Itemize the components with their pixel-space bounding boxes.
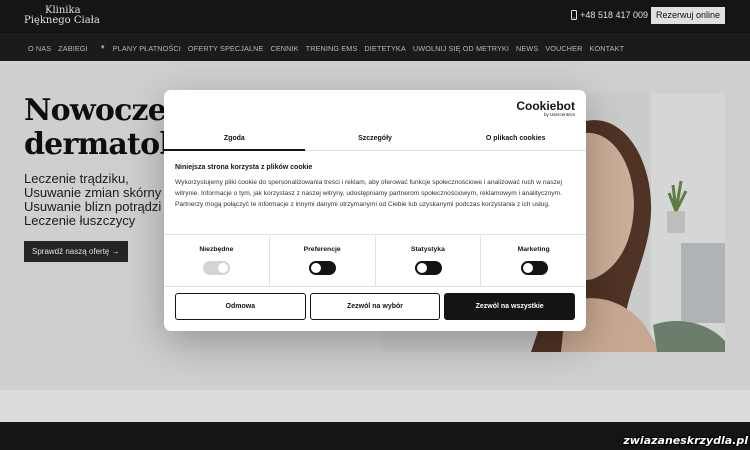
toggle-marketing-switch[interactable] xyxy=(520,261,548,275)
toggle-statistics-switch[interactable] xyxy=(414,261,442,275)
cookiebot-brand: Cookiebot xyxy=(516,99,575,113)
toggle-statistics: Statystyka xyxy=(376,235,482,286)
toggle-statistics-label: Statystyka xyxy=(410,246,445,253)
cookie-consent-dialog: Cookiebot by Usercentrics Zgoda Szczegół… xyxy=(164,90,586,331)
toggle-marketing-label: Marketing xyxy=(517,246,550,253)
allow-all-button[interactable]: Zezwól na wszystkie xyxy=(444,293,576,320)
toggle-preferences-switch[interactable] xyxy=(309,261,337,275)
cookie-tabs: Zgoda Szczegóły O plikach cookies xyxy=(164,128,586,151)
toggle-preferences: Preferencje xyxy=(270,235,376,286)
cookiebot-logo: Cookiebot by Usercentrics xyxy=(516,100,575,117)
tab-consent[interactable]: Zgoda xyxy=(164,128,305,151)
cookie-buttons: Odmowa Zezwól na wybór Zezwól na wszystk… xyxy=(175,293,576,320)
watermark-text: zwiazaneskrzydla.pl xyxy=(623,434,748,447)
toggle-preferences-label: Preferencje xyxy=(303,246,341,253)
toggle-necessary-label: Niezbędne xyxy=(199,246,234,253)
toggle-necessary: Niezbędne xyxy=(164,235,270,286)
toggle-necessary-switch xyxy=(203,261,231,275)
cookie-toggles: Niezbędne Preferencje Statystyka Marketi… xyxy=(164,234,586,287)
cookie-description: Wykorzystujemy pliki cookie do spersonal… xyxy=(175,179,562,208)
deny-button[interactable]: Odmowa xyxy=(175,293,306,320)
allow-selection-button[interactable]: Zezwól na wybór xyxy=(309,293,441,320)
toggle-marketing: Marketing xyxy=(481,235,586,286)
cookie-title: Niniejsza strona korzysta z plików cooki… xyxy=(175,164,313,171)
tab-about-cookies[interactable]: O plikach cookies xyxy=(445,128,586,150)
tab-details[interactable]: Szczegóły xyxy=(305,128,446,150)
